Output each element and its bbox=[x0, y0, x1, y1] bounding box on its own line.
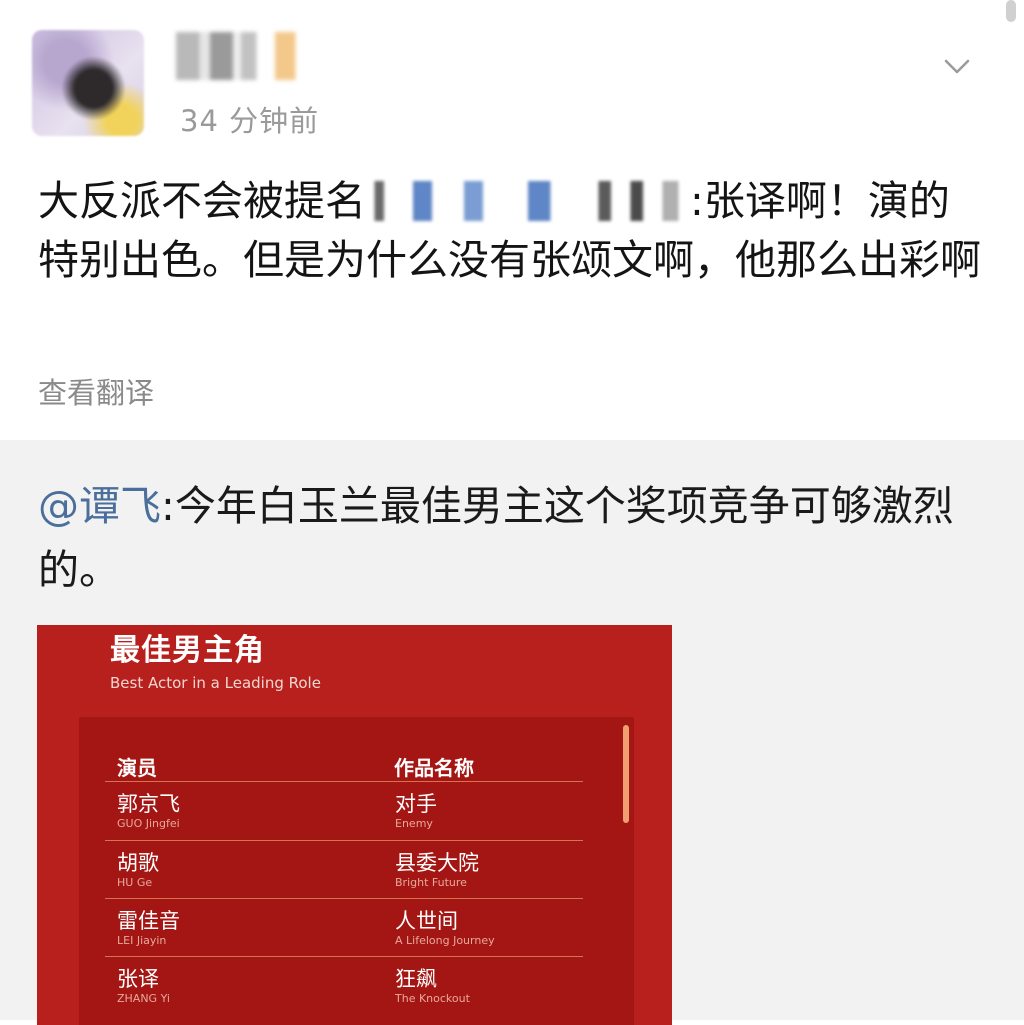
repost-card[interactable]: @谭飞:今年白玉兰最佳男主这个奖项竞争可够激烈的。 最佳男主角 Best Act… bbox=[0, 440, 1024, 1025]
nominee-table bbox=[79, 717, 634, 1025]
work-title: 对手 bbox=[395, 792, 437, 816]
poster-title: 最佳男主角 bbox=[110, 633, 265, 668]
work-title: 县委大院 bbox=[395, 851, 479, 875]
column-header-work: 作品名称 bbox=[394, 756, 474, 780]
actor-name: 郭京飞 bbox=[117, 792, 180, 816]
username-redacted[interactable] bbox=[176, 32, 306, 80]
poster-subtitle: Best Actor in a Leading Role bbox=[110, 674, 321, 692]
work-title-en: A Lifelong Journey bbox=[395, 934, 495, 947]
actor-name: 张译 bbox=[117, 967, 159, 991]
post-timestamp: 34 分钟前 bbox=[180, 104, 320, 138]
table-scroll-indicator bbox=[623, 725, 629, 823]
work-title: 狂飙 bbox=[395, 967, 437, 991]
row-divider bbox=[105, 956, 583, 957]
actor-name: 雷佳音 bbox=[117, 909, 180, 933]
repost-text: :今年白玉兰最佳男主这个奖项竞争可够激烈的。 bbox=[38, 482, 954, 594]
actor-name-en: GUO Jingfei bbox=[117, 817, 180, 830]
actor-name-en: ZHANG Yi bbox=[117, 992, 170, 1005]
work-title-en: The Knockout bbox=[395, 992, 470, 1005]
actor-name-en: LEI Jiayin bbox=[117, 934, 167, 947]
avatar[interactable] bbox=[32, 30, 144, 136]
mention-link[interactable]: @谭飞 bbox=[38, 482, 161, 530]
award-nominee-image[interactable]: 最佳男主角 Best Actor in a Leading Role 演员 作品… bbox=[37, 625, 672, 1025]
work-title-en: Enemy bbox=[395, 817, 433, 830]
post-body: 大反派不会被提名:张译啊！演的特别出色。但是为什么没有张颂文啊，他那么出彩啊 bbox=[38, 172, 988, 290]
redacted-text bbox=[368, 181, 688, 221]
header-divider bbox=[105, 781, 583, 782]
post-text-start: 大反派不会被提名 bbox=[38, 177, 366, 225]
actor-name-en: HU Ge bbox=[117, 876, 153, 889]
translate-link[interactable]: 查看翻译 bbox=[38, 370, 154, 412]
work-title-en: Bright Future bbox=[395, 876, 467, 889]
row-divider bbox=[105, 898, 583, 899]
repost-body: @谭飞:今年白玉兰最佳男主这个奖项竞争可够激烈的。 bbox=[38, 474, 988, 602]
scrollbar-thumb[interactable] bbox=[1006, 0, 1016, 22]
work-title: 人世间 bbox=[395, 909, 458, 933]
chevron-down-icon[interactable] bbox=[940, 50, 974, 84]
column-header-actor: 演员 bbox=[117, 756, 157, 780]
actor-name: 胡歌 bbox=[117, 851, 159, 875]
weibo-post: 34 分钟前 大反派不会被提名:张译啊！演的特别出色。但是为什么没有张颂文啊，他… bbox=[0, 0, 1024, 440]
row-divider bbox=[105, 840, 583, 841]
